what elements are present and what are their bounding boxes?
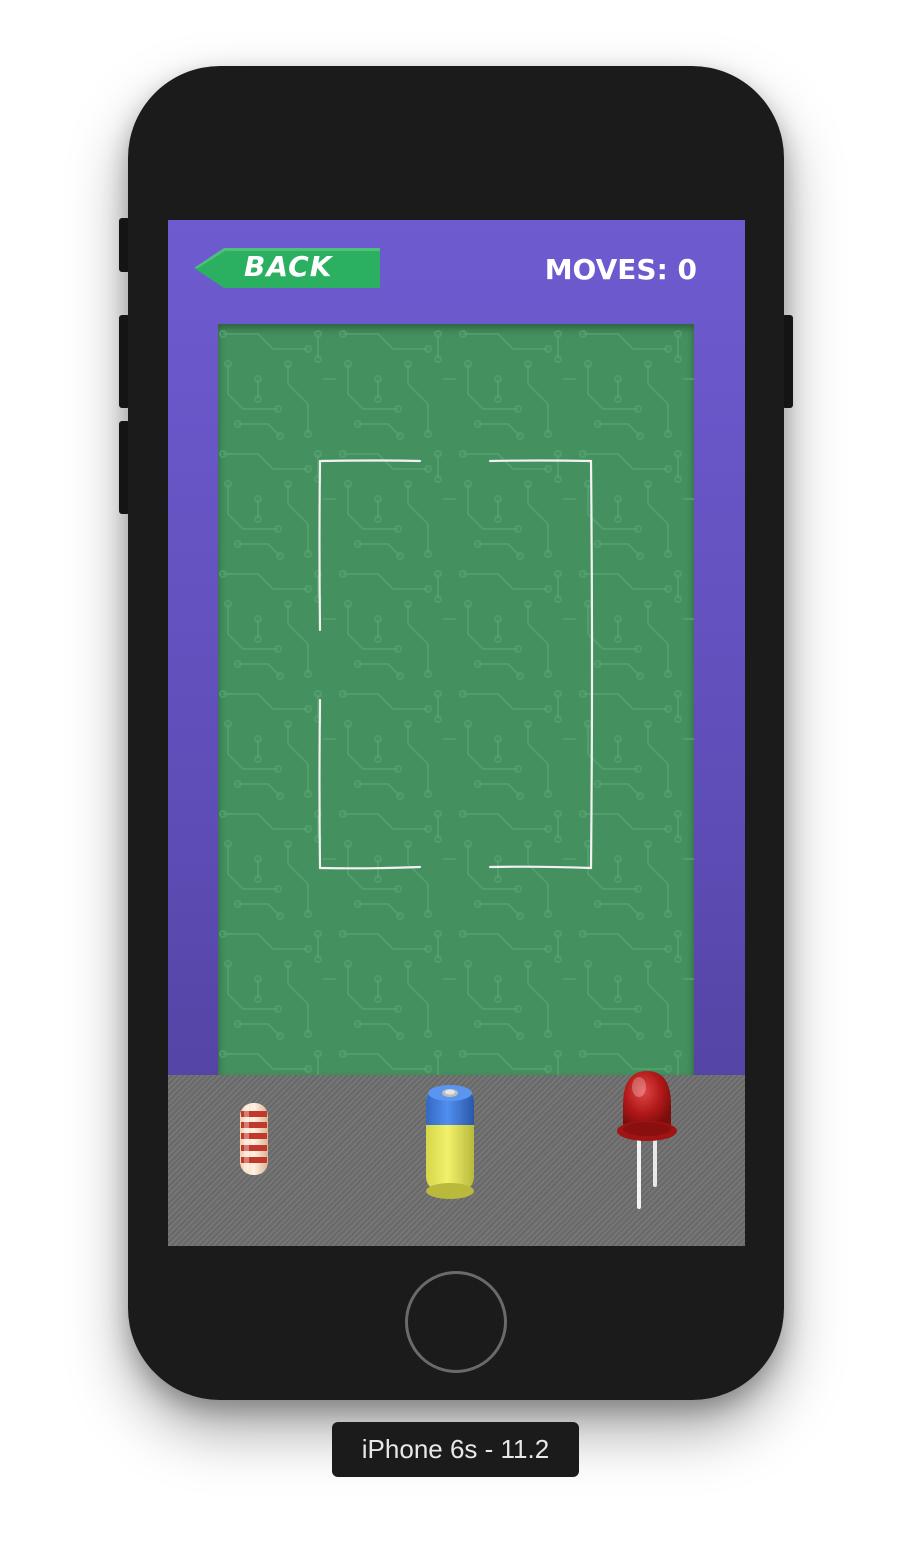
device-name-label: iPhone 6s - 11.2 xyxy=(332,1422,579,1477)
back-button[interactable]: BACK xyxy=(194,248,382,288)
wire-bottom-left xyxy=(318,865,422,870)
wire-left-upper xyxy=(318,459,322,632)
resistor-component[interactable] xyxy=(238,1101,270,1177)
circuit-board xyxy=(218,324,694,1076)
wire-top-left xyxy=(319,459,422,463)
circuit-wires xyxy=(318,459,594,870)
component-tray xyxy=(168,1071,745,1246)
game-screen: BACK MOVES: 0 xyxy=(168,220,745,1246)
wire-top-right xyxy=(488,459,593,463)
wire-left-lower xyxy=(318,698,322,870)
led-icon xyxy=(617,1071,677,1209)
back-button-label: BACK xyxy=(244,250,333,283)
wire-right xyxy=(589,459,594,870)
battery-component[interactable] xyxy=(424,1079,476,1201)
resistor-icon xyxy=(240,1103,268,1175)
moves-counter: MOVES: 0 xyxy=(544,253,697,286)
battery-icon xyxy=(426,1085,474,1199)
simulator-stage: BACK MOVES: 0 iPhone 6s - 11.2 xyxy=(0,0,912,1562)
led-component[interactable] xyxy=(613,1067,679,1213)
wire-bottom-right xyxy=(488,865,593,870)
home-button[interactable] xyxy=(405,1271,507,1373)
